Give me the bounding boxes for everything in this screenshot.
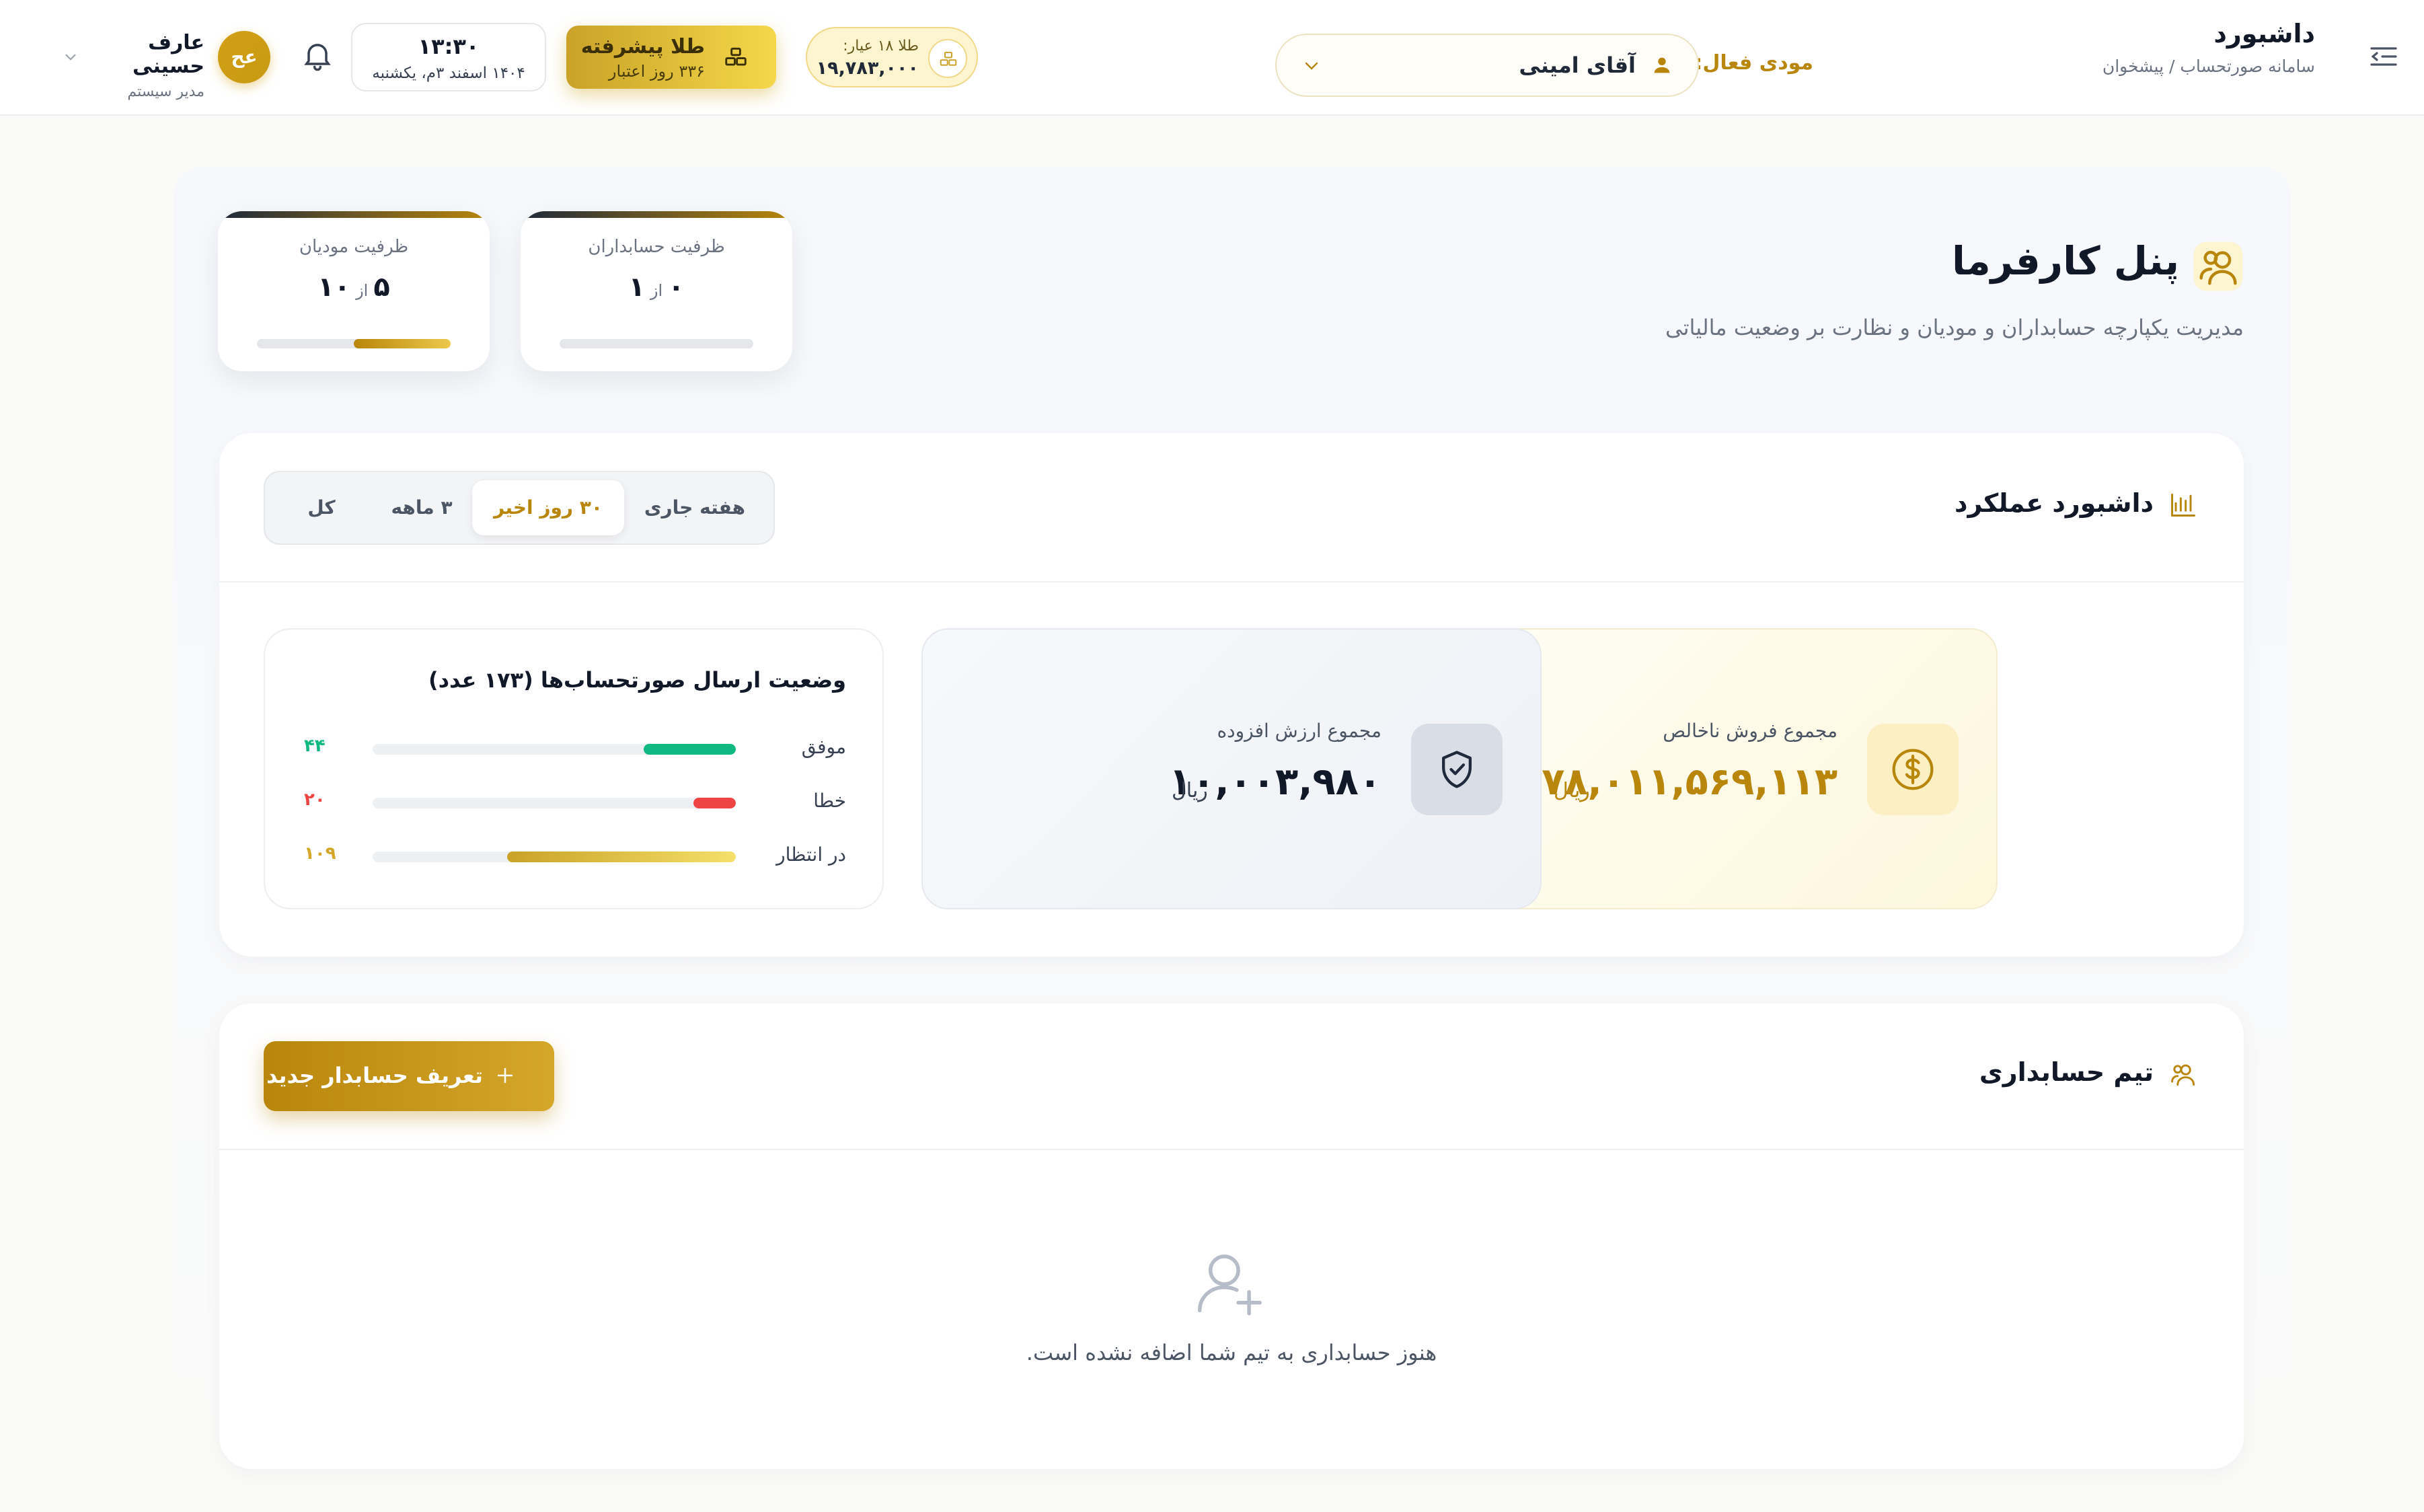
active-client-name: آقای امینی — [1519, 52, 1636, 78]
accounting-team-card: تیم حسابداری تعریف حسابدار جدید هنوز حسا… — [219, 1004, 2244, 1469]
capacity-value: ۵از ۱۰ — [218, 272, 490, 303]
user-plus-icon — [1190, 1246, 1264, 1320]
send-status-row-error: خطا ۲۰ — [265, 788, 882, 815]
capacity-total: ۱ — [628, 272, 645, 303]
panel-subtitle: مدیریت یکپارچه حسابداران و مودیان و نظار… — [1665, 315, 2244, 340]
status-progress-track — [373, 798, 736, 808]
gross-sales-label: مجموع فروش ناخالص — [1663, 720, 1838, 742]
status-progress-fill — [506, 852, 736, 862]
capacity-of: از — [356, 281, 369, 300]
active-client-label: مودی فعال: — [1694, 51, 1813, 75]
card-accent-line — [521, 211, 792, 218]
tab-current-week[interactable]: هفته جاری — [624, 480, 765, 535]
send-status-row-success: موفق ۴۴ — [265, 734, 882, 761]
status-label: موفق — [801, 736, 846, 758]
tab-last-30-days[interactable]: ۳۰ روز اخیر — [472, 480, 624, 535]
user-name: عارف حسینی — [132, 31, 204, 78]
vat-unit: ریال — [1172, 779, 1208, 802]
plan-credit: ۳۳۶ روز اعتبار — [608, 62, 705, 81]
page-title: داشبورد — [2213, 19, 2315, 48]
send-status-row-pending: در انتظار ۱۰۹ — [265, 842, 882, 869]
page-heading: داشبورد سامانه صورتحساب / پیشخوان — [2103, 19, 2315, 76]
accountant-capacity-card: ظرفیت حسابداران ۰ از ۱ — [521, 211, 792, 371]
dollar-icon-box — [1867, 724, 1959, 815]
status-progress-track — [373, 744, 736, 755]
tab-3-months[interactable]: ۳ ماهه — [371, 480, 472, 535]
capacity-of: از — [650, 281, 663, 300]
status-label: خطا — [813, 790, 846, 812]
shield-check-icon-box — [1411, 724, 1503, 815]
section-divider — [219, 1149, 2244, 1150]
capacity-used: ۰ — [668, 272, 685, 303]
shield-check-icon — [1442, 751, 1472, 788]
top-header: داشبورد سامانه صورتحساب / پیشخوان مودی ف… — [0, 0, 2424, 116]
card-accent-line — [218, 211, 490, 218]
user-role: مدیر سیستم — [127, 83, 204, 100]
panel-title: پنل کارفرما — [1951, 238, 2179, 284]
status-label: در انتظار — [776, 843, 846, 866]
current-time: ۱۳:۳۰ — [418, 34, 480, 59]
empty-team-message: هنوز حسابداری به تیم شما اضافه نشده است. — [1026, 1340, 1437, 1365]
client-capacity-card: ظرفیت مودیان ۵از ۱۰ — [218, 211, 490, 371]
chevron-down-icon[interactable] — [62, 48, 79, 66]
gold-price-label: طلا ۱۸ عیار: — [843, 38, 919, 54]
capacity-value: ۰ از ۱ — [521, 272, 792, 303]
status-progress-fill — [693, 798, 736, 808]
gross-sales-unit: ریال — [1554, 779, 1590, 802]
users-icon — [2193, 241, 2244, 292]
add-accountant-button[interactable]: تعریف حسابدار جدید — [264, 1041, 554, 1111]
users-icon — [2168, 1060, 2198, 1090]
chevron-down-icon — [1301, 55, 1322, 77]
add-accountant-label: تعریف حسابدار جدید — [266, 1063, 483, 1088]
capacity-label: ظرفیت مودیان — [299, 237, 409, 257]
capacity-label: ظرفیت حسابداران — [588, 237, 725, 257]
status-count: ۱۰۹ — [304, 843, 336, 864]
send-status-title: وضعیت ارسال صورتحساب‌ها (۱۷۳ عدد) — [428, 667, 846, 693]
vat-total-card: مجموع ارزش افزوده ۱۰,۰۰۳,۹۸۰ ریال — [921, 628, 1542, 909]
gold-price-value: ۱۹,۷۸۳,۰۰۰ — [816, 58, 919, 79]
gold-bars-icon — [928, 39, 967, 78]
user-menu[interactable]: عارف حسینی مدیر سیستم — [101, 31, 204, 100]
status-count: ۲۰ — [304, 790, 326, 810]
capacity-progress-fill — [354, 339, 451, 348]
gold-price-badge: طلا ۱۸ عیار: ۱۹,۷۸۳,۰۰۰ — [806, 27, 978, 87]
current-date: ۱۴۰۴ اسفند ۳م، یکشنبه — [372, 65, 525, 82]
capacity-progress-track — [560, 339, 753, 348]
invoice-send-status-card: وضعیت ارسال صورتحساب‌ها (۱۷۳ عدد) موفق ۴… — [264, 628, 884, 909]
bell-icon[interactable] — [300, 38, 335, 73]
performance-dashboard-card: داشبورد عملکرد هفته جاری ۳۰ روز اخیر ۳ م… — [219, 433, 2244, 956]
subscription-plan-badge[interactable]: طلا پیشرفته ۳۳۶ روز اعتبار — [566, 26, 776, 89]
status-progress-fill — [643, 744, 736, 755]
bar-chart-icon — [2168, 490, 2198, 519]
sidebar-toggle-icon[interactable] — [2368, 40, 2400, 73]
status-progress-track — [373, 852, 736, 862]
plus-icon — [494, 1064, 517, 1087]
plan-name: طلا پیشرفته — [580, 35, 705, 59]
gold-bars-icon — [722, 44, 749, 70]
active-client-select[interactable]: آقای امینی — [1275, 34, 1699, 97]
period-tabs: هفته جاری ۳۰ روز اخیر ۳ ماهه کل — [264, 471, 775, 545]
vat-label: مجموع ارزش افزوده — [1217, 720, 1381, 742]
capacity-total: ۱۰ — [317, 272, 351, 303]
date-time-box: ۱۳:۳۰ ۱۴۰۴ اسفند ۳م، یکشنبه — [351, 23, 546, 91]
dollar-icon — [1892, 749, 1934, 790]
tab-all[interactable]: کل — [272, 480, 371, 535]
section-divider — [219, 581, 2244, 582]
capacity-progress-track — [257, 339, 451, 348]
capacity-used: ۵ — [373, 272, 390, 303]
team-title: تیم حسابداری — [1979, 1057, 2154, 1087]
avatar[interactable]: عح — [218, 31, 270, 83]
performance-title: داشبورد عملکرد — [1954, 488, 2154, 518]
status-count: ۴۴ — [304, 736, 326, 756]
breadcrumb: سامانه صورتحساب / پیشخوان — [2102, 56, 2315, 76]
user-icon — [1651, 54, 1673, 77]
